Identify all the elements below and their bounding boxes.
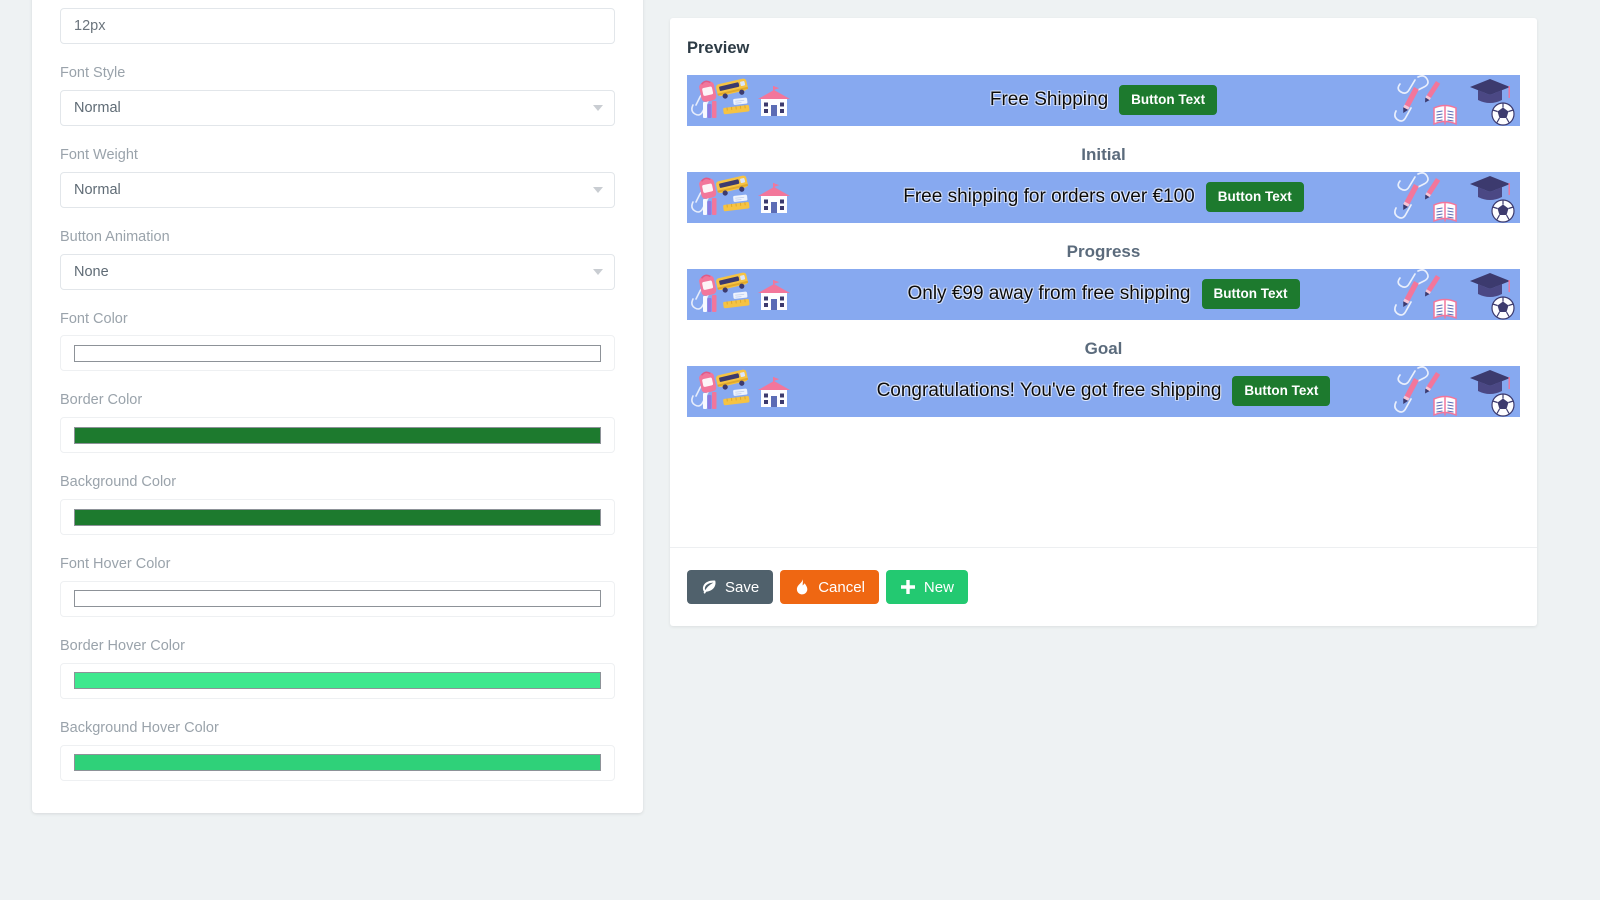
font-style-selected-value: Normal	[74, 99, 121, 116]
shipping-bar-cta-button[interactable]: Button Text	[1201, 279, 1300, 309]
border-hover-color-swatch[interactable]	[74, 672, 601, 690]
background-color-swatch[interactable]	[74, 508, 601, 526]
field-background-hover-color: Background Hover Color	[60, 719, 615, 781]
preview-actions-footer: Save Cancel New	[670, 547, 1537, 626]
font-size-input[interactable]: 12px	[60, 8, 615, 44]
field-font-size: 12px	[60, 0, 615, 44]
shipping-bar-message: Congratulations! You've got free shippin…	[876, 379, 1222, 401]
button-animation-label: Button Animation	[60, 228, 170, 245]
shipping-bar-preview: Free shipping for orders over €100 Button…	[687, 171, 1520, 223]
shipping-bar-message: Only €99 away from free shipping	[907, 282, 1191, 304]
school-supplies-decoration-right-icon	[1392, 171, 1520, 223]
shipping-bar-message: Free Shipping	[989, 88, 1109, 110]
leaf-icon	[701, 579, 717, 595]
banner-list: Free Shipping Button Text Initial Free s…	[670, 57, 1537, 417]
flame-icon	[794, 579, 810, 595]
font-color-swatch[interactable]	[74, 344, 601, 362]
shipping-bar-content: Congratulations! You've got free shippin…	[877, 376, 1331, 406]
field-border-hover-color: Border Hover Color	[60, 637, 615, 699]
button-animation-select[interactable]: None	[60, 253, 615, 290]
shipping-bar-cta-button[interactable]: Button Text	[1119, 85, 1218, 115]
field-button-animation: Button Animation None	[60, 228, 615, 290]
background-hover-color-label: Background Hover Color	[60, 719, 219, 736]
field-border-color: Border Color	[60, 391, 615, 454]
font-color-label: Font Color	[60, 310, 128, 327]
font-weight-selected-value: Normal	[74, 181, 121, 198]
shipping-bar-preview: Congratulations! You've got free shippin…	[687, 365, 1520, 417]
school-supplies-decoration-left-icon	[687, 268, 807, 320]
school-supplies-decoration-right-icon	[1392, 365, 1520, 417]
school-supplies-decoration-right-icon	[1392, 268, 1520, 320]
settings-panel: 12px Font Style Normal Font Weight Normal But…	[32, 0, 643, 813]
background-color-label: Background Color	[60, 474, 177, 491]
font-weight-select[interactable]: Normal	[60, 171, 615, 208]
save-button[interactable]: Save	[687, 570, 774, 604]
field-background-color: Background Color	[60, 473, 615, 536]
font-hover-color-picker[interactable]	[60, 580, 615, 617]
cancel-button[interactable]: Cancel	[780, 570, 879, 604]
shipping-bar-content: Free Shipping Button Text	[989, 85, 1218, 115]
shipping-bar-preview: Only €99 away from free shipping Button T…	[687, 268, 1520, 320]
plus-icon	[900, 579, 916, 595]
shipping-bar-content: Free shipping for orders over €100 Button…	[903, 182, 1304, 212]
field-font-style: Font Style Normal	[60, 64, 615, 126]
shipping-bar-content: Only €99 away from free shipping Button T…	[907, 279, 1300, 309]
font-hover-color-swatch[interactable]	[74, 590, 601, 608]
border-hover-color-label: Border Hover Color	[60, 637, 185, 654]
font-color-picker[interactable]	[60, 335, 615, 372]
border-hover-color-picker[interactable]	[60, 662, 615, 699]
chevron-down-icon	[593, 268, 603, 275]
button-animation-selected-value: None	[74, 263, 109, 280]
border-color-picker[interactable]	[60, 417, 615, 454]
font-hover-color-label: Font Hover Color	[60, 556, 171, 573]
font-style-label: Font Style	[60, 65, 126, 81]
school-supplies-decoration-right-icon	[1392, 74, 1520, 126]
banner-state-label: Initial	[1081, 144, 1126, 164]
save-button-label: Save	[725, 578, 760, 596]
chevron-down-icon	[593, 186, 603, 193]
background-hover-color-swatch[interactable]	[74, 754, 601, 772]
font-style-select[interactable]: Normal	[60, 89, 615, 126]
preview-panel: Preview Free Shipping Button Text Initia…	[670, 18, 1537, 626]
banner-state-label: Progress	[1066, 241, 1141, 261]
new-button-label: New	[923, 578, 954, 596]
new-button[interactable]: New	[885, 570, 968, 604]
field-font-weight: Font Weight Normal	[60, 146, 615, 208]
cancel-button-label: Cancel	[818, 578, 865, 596]
shipping-bar-message: Free shipping for orders over €100	[903, 185, 1195, 207]
field-font-hover-color: Font Hover Color	[60, 555, 615, 617]
chevron-down-icon	[593, 104, 603, 111]
background-hover-color-picker[interactable]	[60, 744, 615, 781]
school-supplies-decoration-left-icon	[687, 74, 807, 126]
border-color-swatch[interactable]	[74, 426, 601, 444]
school-supplies-decoration-left-icon	[687, 171, 807, 223]
banner-state-label: Goal	[1084, 338, 1123, 358]
shipping-bar-preview: Free Shipping Button Text	[687, 74, 1520, 126]
shipping-bar-cta-button[interactable]: Button Text	[1232, 376, 1331, 406]
app-root: 12px Font Style Normal Font Weight Normal But…	[0, 0, 1600, 900]
school-supplies-decoration-left-icon	[687, 365, 807, 417]
shipping-bar-cta-button[interactable]: Button Text	[1205, 182, 1304, 212]
background-color-picker[interactable]	[60, 499, 615, 536]
field-font-color: Font Color	[60, 310, 615, 372]
font-weight-label: Font Weight	[60, 146, 138, 163]
preview-title: Preview	[687, 39, 750, 57]
border-color-label: Border Color	[60, 392, 143, 409]
